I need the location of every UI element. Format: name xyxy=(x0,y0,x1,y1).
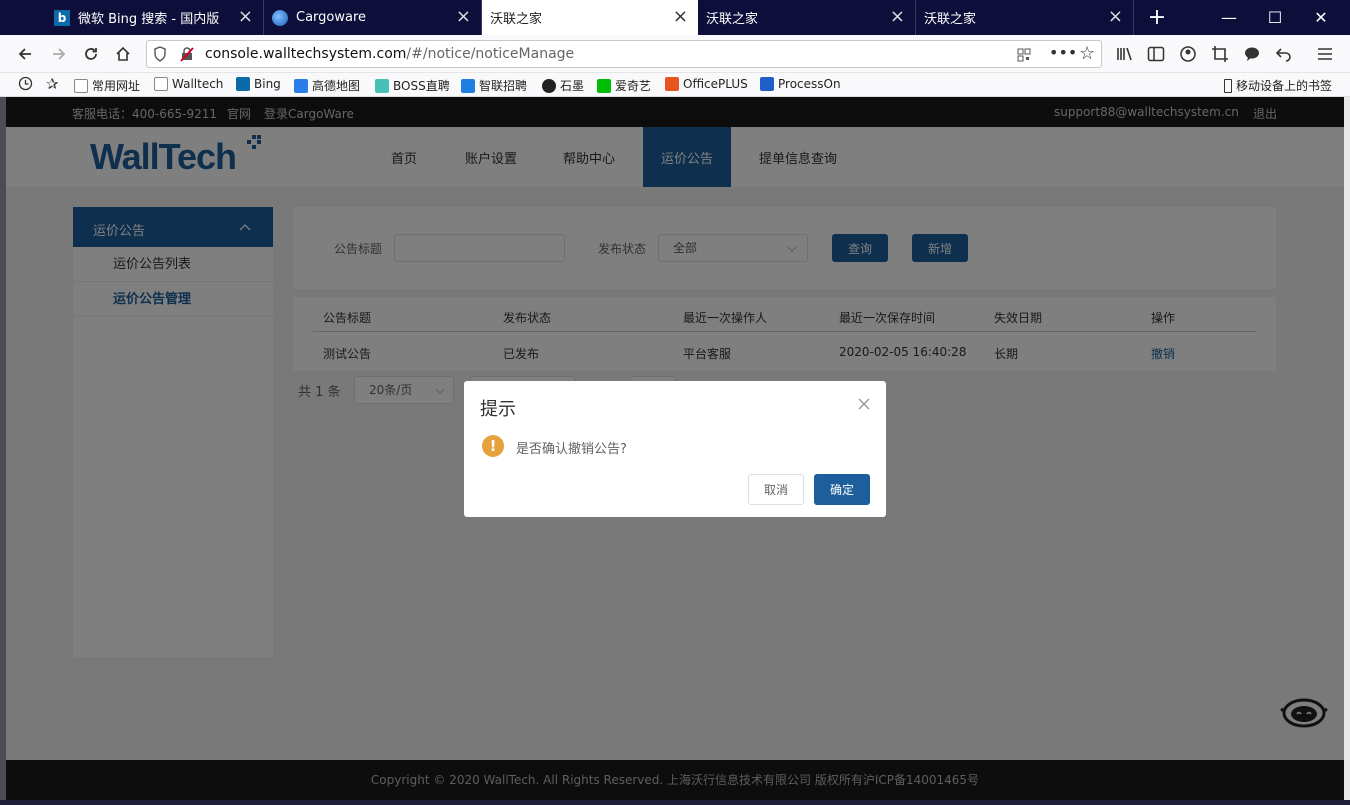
url-bar[interactable]: console.walltechsystem.com/#/notice/noti… xyxy=(146,40,1102,68)
insecure-lock-icon[interactable] xyxy=(179,46,195,66)
folder-icon xyxy=(74,78,88,93)
back-arrow-icon[interactable] xyxy=(14,43,36,65)
menu-hamburger-icon[interactable] xyxy=(1314,43,1336,65)
url-path: /#/notice/noticeManage xyxy=(406,46,575,62)
web-page: 客服电话：400-665-9211 官网 登录CargoWare support… xyxy=(6,97,1344,800)
bookmark-item[interactable]: Bing xyxy=(236,77,281,91)
mobile-bookmarks-label: 移动设备上的书签 xyxy=(1236,79,1333,93)
folder-icon xyxy=(154,77,168,91)
tab-wolian-2[interactable]: 沃联之家 × xyxy=(698,0,916,35)
warning-icon: ! xyxy=(482,435,504,457)
bookmark-label: BOSS直聘 xyxy=(393,79,450,93)
bookmark-label: 智联招聘 xyxy=(479,79,528,93)
new-tab-button[interactable]: + xyxy=(1134,0,1180,35)
reload-icon[interactable] xyxy=(80,43,102,65)
confirm-dialog: 提示 ! 是否确认撤销公告? 取消 确定 xyxy=(464,381,886,517)
tab-cargoware[interactable]: Cargoware × xyxy=(264,0,482,35)
bookmark-item[interactable]: 石墨 xyxy=(542,77,584,94)
bookmark-star-icon[interactable]: ✰ xyxy=(46,75,59,93)
close-icon[interactable]: × xyxy=(238,8,253,26)
minimize-button[interactable]: — xyxy=(1206,0,1252,35)
tab-bing[interactable]: b 微软 Bing 搜索 - 国内版 × xyxy=(46,0,264,35)
maximize-button[interactable]: ☐ xyxy=(1252,0,1298,35)
undo-icon[interactable] xyxy=(1273,43,1295,65)
window-close-button[interactable]: ✕ xyxy=(1298,0,1344,35)
bookmark-item[interactable]: 智联招聘 xyxy=(461,77,527,94)
bookmark-label: 常用网址 xyxy=(92,79,141,93)
dialog-title: 提示 xyxy=(480,399,516,420)
dialog-message: 是否确认撤销公告? xyxy=(516,442,627,457)
bookmarks-bar: ✰ 常用网址 Walltech Bing 高德地图 BOSS直聘 智联招聘 石墨… xyxy=(0,73,1350,97)
background-window-edge xyxy=(1344,97,1350,805)
screenshot-crop-icon[interactable] xyxy=(1209,43,1231,65)
home-icon[interactable] xyxy=(112,43,134,65)
bookmark-label: Bing xyxy=(254,77,281,91)
bookmark-label: ProcessOn xyxy=(778,77,841,91)
forward-arrow-icon[interactable] xyxy=(48,43,70,65)
browser-tab-bar: b 微软 Bing 搜索 - 国内版 × Cargoware × 沃联之家 × … xyxy=(0,0,1350,35)
chat-bubble-icon[interactable] xyxy=(1241,43,1263,65)
tab-active-wolian[interactable]: 沃联之家 × xyxy=(482,0,698,35)
bookmark-item[interactable]: 高德地图 xyxy=(294,77,360,94)
bookmark-item[interactable]: OfficePLUS xyxy=(665,77,748,91)
bing-icon xyxy=(236,77,250,91)
cancel-button[interactable]: 取消 xyxy=(748,474,804,505)
globe-icon xyxy=(272,9,288,26)
history-clock-icon[interactable] xyxy=(18,76,33,94)
amap-icon xyxy=(294,78,308,93)
qr-code-icon[interactable] xyxy=(1017,47,1031,66)
tab-label: 沃联之家 xyxy=(706,12,759,27)
boss-icon xyxy=(375,78,389,93)
officeplus-icon xyxy=(665,77,679,91)
mobile-bookmarks[interactable]: 移动设备上的书签 xyxy=(1224,77,1332,94)
account-icon[interactable] xyxy=(1177,43,1199,65)
bookmark-item[interactable]: Walltech xyxy=(154,77,223,91)
url-text[interactable]: console.walltechsystem.com/#/notice/noti… xyxy=(205,46,574,62)
bing-icon: b xyxy=(54,9,70,26)
bookmark-label: Walltech xyxy=(172,77,224,91)
close-icon[interactable]: × xyxy=(890,8,905,26)
sidebar-toggle-icon[interactable] xyxy=(1145,43,1167,65)
close-icon[interactable]: × xyxy=(1108,8,1123,26)
zhilian-icon xyxy=(461,78,475,93)
shield-icon[interactable] xyxy=(153,46,167,66)
confirm-button[interactable]: 确定 xyxy=(814,474,870,505)
bookmark-item[interactable]: 爱奇艺 xyxy=(597,77,651,94)
processon-icon xyxy=(760,77,774,91)
tab-wolian-3[interactable]: 沃联之家 × xyxy=(916,0,1134,35)
bookmark-item[interactable]: ProcessOn xyxy=(760,77,841,91)
bookmark-label: 爱奇艺 xyxy=(615,79,652,93)
bookmark-label: 高德地图 xyxy=(312,79,361,93)
bookmark-item[interactable]: BOSS直聘 xyxy=(375,77,450,94)
tab-label: 沃联之家 xyxy=(490,12,543,27)
close-icon[interactable]: × xyxy=(456,8,471,26)
iqiyi-icon xyxy=(597,78,611,93)
close-icon[interactable]: × xyxy=(673,8,688,26)
close-icon[interactable] xyxy=(858,395,870,414)
more-actions-icon[interactable]: ••• xyxy=(1049,43,1077,62)
tab-label: 微软 Bing 搜索 - 国内版 xyxy=(78,12,220,27)
star-bookmark-icon[interactable]: ☆ xyxy=(1079,43,1095,64)
url-domain: console.walltechsystem.com xyxy=(205,46,407,62)
mobile-device-icon xyxy=(1224,78,1232,93)
bookmark-item[interactable]: 常用网址 xyxy=(74,77,140,94)
library-icon[interactable] xyxy=(1114,43,1136,65)
shimo-icon xyxy=(542,78,556,93)
tab-label: Cargoware xyxy=(296,10,367,25)
bookmark-label: 石墨 xyxy=(560,79,585,93)
taskbar-edge xyxy=(0,800,1350,805)
bookmark-label: OfficePLUS xyxy=(683,77,748,91)
tab-label: 沃联之家 xyxy=(924,12,977,27)
browser-nav-bar: console.walltechsystem.com/#/notice/noti… xyxy=(0,35,1350,73)
